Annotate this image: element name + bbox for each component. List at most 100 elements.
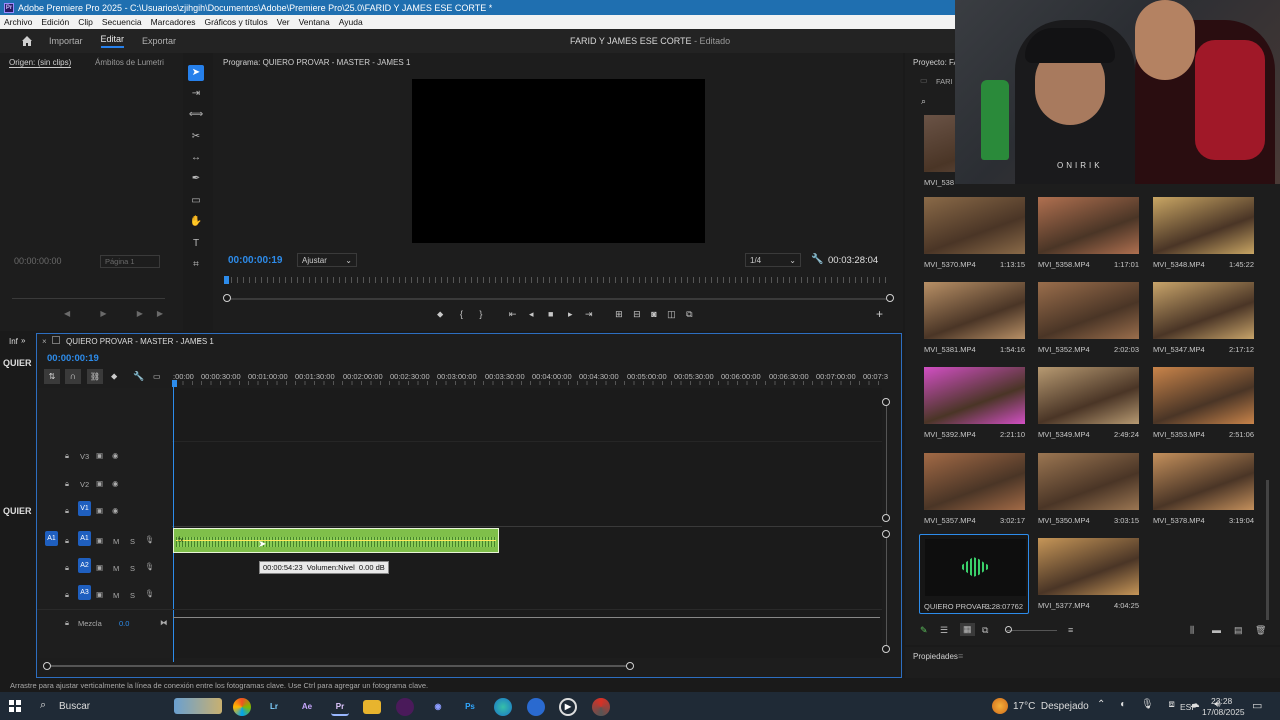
project-clip-item[interactable]: MVI_5377.MP4 4:04:25: [1038, 538, 1139, 612]
lightroom-icon[interactable]: Lr: [265, 698, 283, 716]
a2-solo-button[interactable]: S: [130, 564, 135, 573]
project-clip-item[interactable]: MVI_5353.MP4 2:51:06: [1153, 367, 1254, 441]
timeline-info-tab[interactable]: Inf: [9, 337, 18, 346]
tab-source[interactable]: Origen: (sin clips): [9, 58, 72, 68]
source-page-select[interactable]: Página 1: [100, 255, 160, 268]
v1-lock-icon[interactable]: 🔒︎: [65, 506, 69, 516]
properties-menu-icon[interactable]: ≡: [958, 651, 963, 661]
hscroll-left-handle[interactable]: [43, 662, 51, 670]
program-timecode[interactable]: 00:00:00:19: [228, 255, 282, 266]
a1-mute-button[interactable]: M: [113, 537, 119, 546]
menu-edicion[interactable]: Edición: [41, 17, 69, 27]
pencil-icon[interactable]: ✎: [920, 625, 928, 636]
mark-in-icon[interactable]: {: [460, 309, 463, 319]
project-clip-item[interactable]: MVI_5350.MP4 3:03:15: [1038, 453, 1139, 527]
sequence-tab[interactable]: QUIERO PROVAR - MASTER - JAMES 1: [66, 337, 214, 346]
project-clip-item[interactable]: MVI_5347.MP4 2:17:12: [1153, 282, 1254, 356]
add-button-icon[interactable]: +: [876, 307, 883, 321]
comparison-view-icon[interactable]: ◫: [667, 309, 676, 319]
premiere-icon[interactable]: Pr: [331, 698, 349, 716]
mix-lock-icon[interactable]: 🔒︎: [65, 618, 69, 628]
v1-target-button[interactable]: V1: [78, 501, 91, 516]
horizontal-scroll-track[interactable]: [47, 665, 630, 667]
pen-tool-icon[interactable]: ✒: [188, 171, 204, 187]
menu-graficos[interactable]: Gráficos y títulos: [204, 17, 267, 27]
v2-eye-icon[interactable]: ◉: [112, 479, 119, 488]
add-marker-icon[interactable]: ⬥: [437, 309, 443, 319]
home-icon[interactable]: [21, 35, 33, 47]
v3-sync-icon[interactable]: ▣: [96, 451, 103, 460]
trash-icon[interactable]: 🗑︎: [1255, 625, 1266, 636]
project-clip-item[interactable]: MVI_5381.MP4 1:54:16: [924, 282, 1025, 356]
vertical-scroll-track-audio[interactable]: [886, 534, 887, 649]
timeline-settings-icon[interactable]: 🔧: [133, 369, 144, 384]
weather-text[interactable]: 17°C Despejado: [1013, 701, 1089, 712]
program-zoom-left-handle[interactable]: [223, 294, 231, 302]
snap-icon[interactable]: ∩: [65, 369, 81, 384]
clock-date[interactable]: 17/08/2025: [1202, 707, 1245, 717]
a2-target-button[interactable]: A2: [78, 558, 91, 573]
timeline-close-icon[interactable]: ×: [42, 337, 47, 346]
go-to-in-icon[interactable]: ⇤: [509, 309, 517, 319]
a1-source-patch[interactable]: A1: [45, 531, 58, 546]
project-clip-item[interactable]: MVI_5349.MP4 2:49:24: [1038, 367, 1139, 441]
nest-toggle-icon[interactable]: ⇅: [44, 369, 60, 384]
extract-icon[interactable]: ⊟: [633, 309, 641, 319]
resolution-dropdown[interactable]: 1/4 ⌄: [745, 253, 801, 267]
project-clip-item[interactable]: MVI_5370.MP4 1:13:15: [924, 197, 1025, 271]
ripple-edit-tool-icon[interactable]: ⟺: [188, 107, 204, 123]
stop-icon[interactable]: ■: [548, 309, 553, 319]
v2-lock-icon[interactable]: 🔒︎: [65, 479, 69, 489]
freeform-view-icon[interactable]: ⧉: [982, 625, 988, 636]
vscroll-top-handle-1[interactable]: [882, 398, 890, 406]
project-clip-item[interactable]: MVI_5358.MP4 1:17:01: [1038, 197, 1139, 271]
after-effects-icon[interactable]: Ae: [298, 698, 316, 716]
discord-icon[interactable]: ◉: [429, 698, 447, 716]
type-tool-icon[interactable]: T: [188, 236, 204, 252]
export-frame-icon[interactable]: ◙: [651, 309, 656, 319]
a3-sync-icon[interactable]: ▣: [96, 590, 103, 599]
project-sequence-item[interactable]: QUIERO PROVAR... 3:28:07762: [919, 534, 1029, 614]
expand-icon[interactable]: »: [21, 336, 25, 345]
list-view-icon[interactable]: ☰: [940, 625, 948, 636]
chrome-red-icon[interactable]: [592, 698, 610, 716]
multi-camera-icon[interactable]: ⧉: [686, 309, 692, 319]
menu-ayuda[interactable]: Ayuda: [339, 17, 363, 27]
menu-archivo[interactable]: Archivo: [4, 17, 32, 27]
step-back-icon[interactable]: ◂: [529, 309, 534, 319]
a2-mute-button[interactable]: M: [113, 564, 119, 573]
a1-mic-icon[interactable]: 🎙︎: [145, 535, 155, 544]
selection-tool-icon[interactable]: ➤: [188, 65, 204, 81]
tab-importar[interactable]: Importar: [49, 36, 83, 46]
menu-clip[interactable]: Clip: [78, 17, 93, 27]
menu-marcadores[interactable]: Marcadores: [151, 17, 196, 27]
caption-tool-icon[interactable]: ⌗: [188, 257, 204, 273]
captions-icon[interactable]: ▭: [153, 369, 161, 384]
a1-target-button[interactable]: A1: [78, 531, 91, 546]
razor-tool-icon[interactable]: ✂: [188, 129, 204, 145]
go-to-out-icon[interactable]: ⇥: [585, 309, 593, 319]
media-player-icon[interactable]: ▶: [559, 698, 577, 716]
a3-mic-icon[interactable]: 🎙︎: [145, 589, 155, 598]
program-zoom-right-handle[interactable]: [886, 294, 894, 302]
app-blue-icon[interactable]: [527, 698, 545, 716]
vertical-scroll-track[interactable]: [886, 402, 887, 518]
properties-tab[interactable]: Propiedades: [913, 652, 958, 661]
app-circle-icon[interactable]: [396, 698, 414, 716]
notifications-icon[interactable]: ▭: [1252, 699, 1262, 712]
vscroll-bottom-handle-2[interactable]: [882, 645, 890, 653]
v2-sync-icon[interactable]: ▣: [96, 479, 103, 488]
slip-tool-icon[interactable]: ↔: [188, 150, 204, 166]
vscroll-bottom-handle-1[interactable]: [882, 514, 890, 522]
a3-solo-button[interactable]: S: [130, 591, 135, 600]
settings-wrench-icon[interactable]: 🔧: [811, 254, 823, 265]
track-select-tool-icon[interactable]: ⇥: [188, 86, 204, 102]
source-scrubber[interactable]: [12, 298, 165, 299]
automate-sequence-icon[interactable]: ⫼: [1190, 625, 1194, 636]
program-playhead[interactable]: [224, 276, 229, 284]
sequence-menu-icon[interactable]: ≡: [197, 336, 202, 345]
icon-view-icon[interactable]: ▦: [960, 623, 975, 636]
zoom-slider[interactable]: [1007, 630, 1057, 631]
program-zoom-bar[interactable]: [227, 298, 889, 300]
a1-sync-icon[interactable]: ▣: [96, 536, 103, 545]
